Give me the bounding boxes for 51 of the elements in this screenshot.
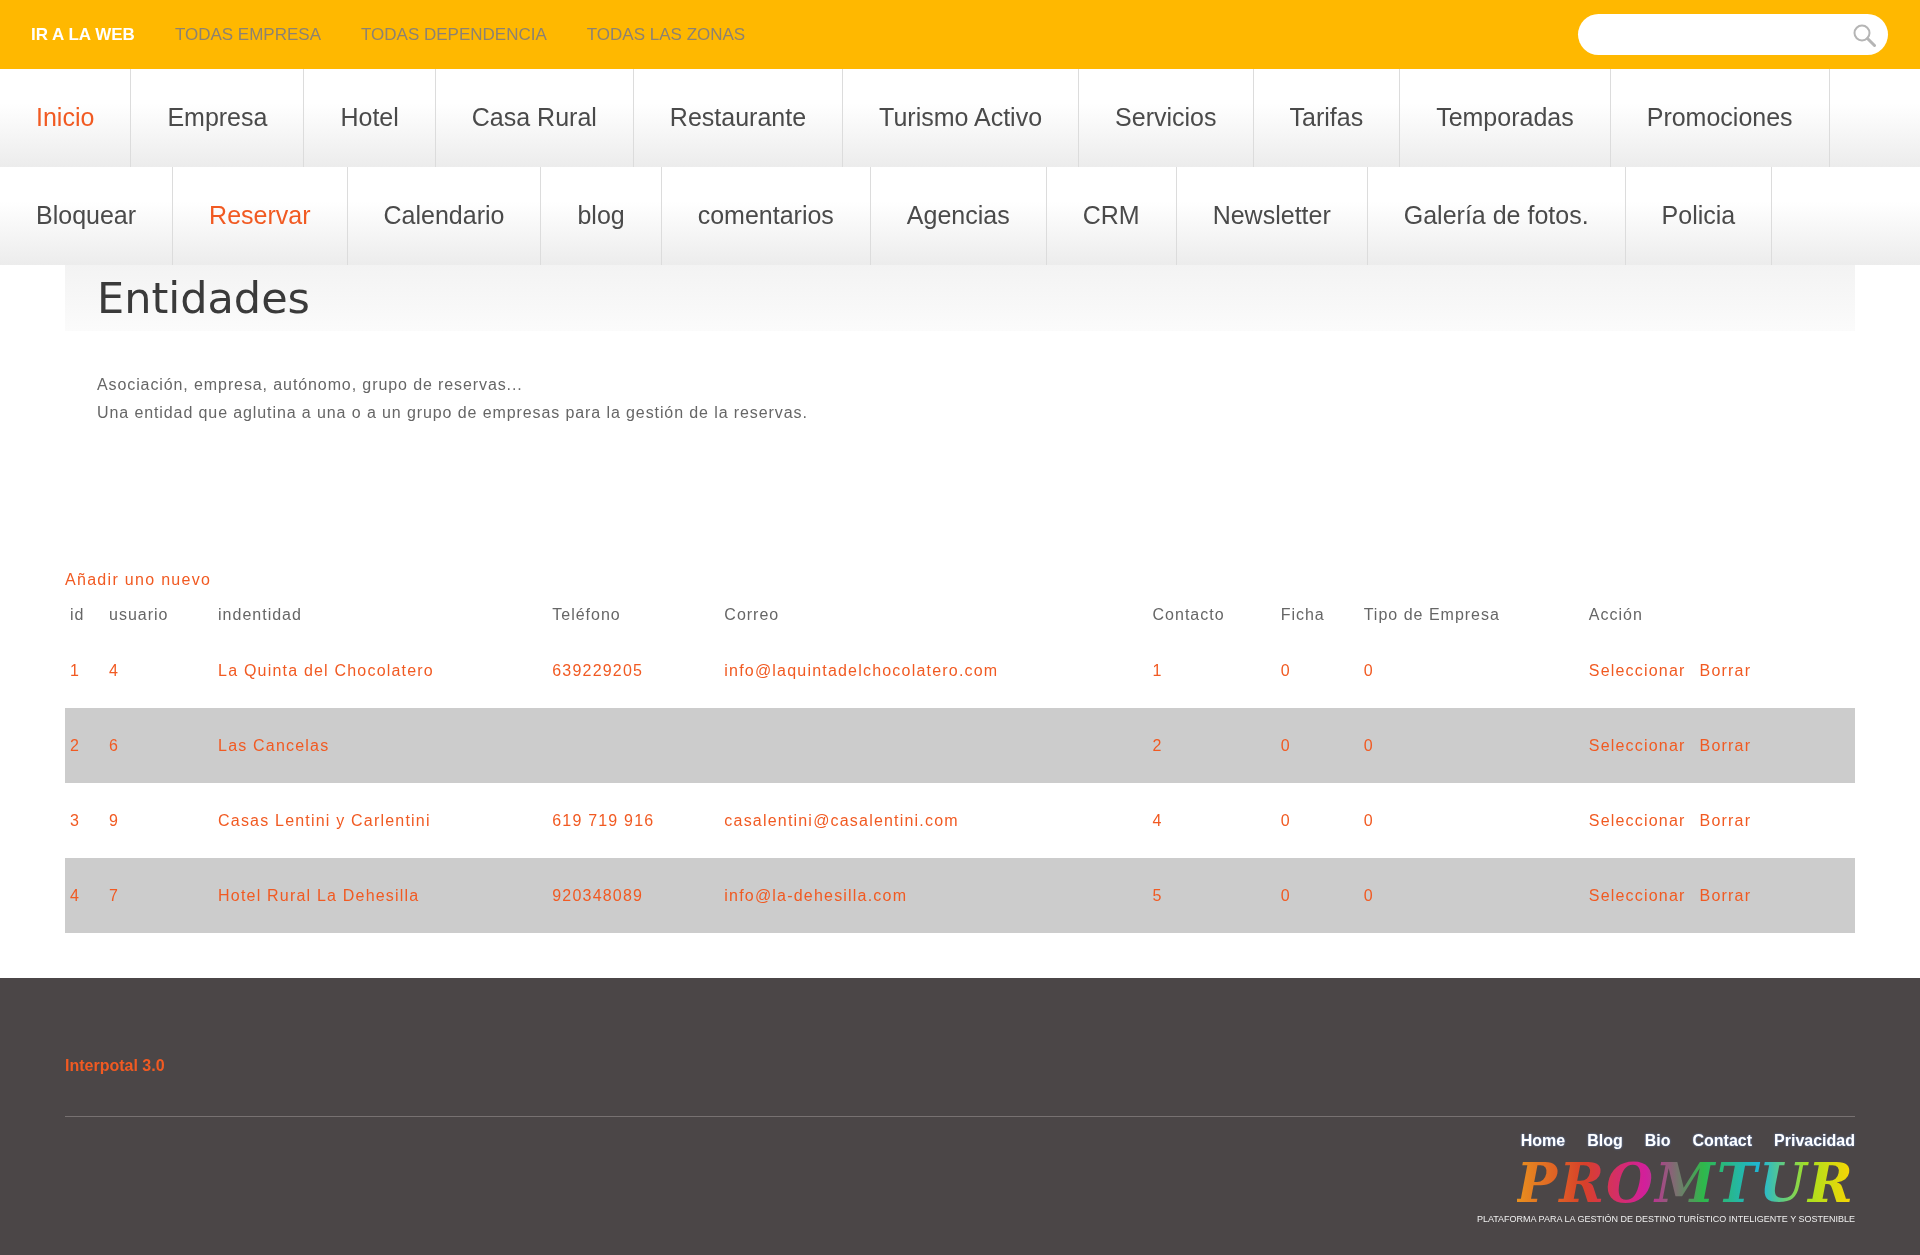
table-cell: 1 bbox=[70, 661, 81, 679]
table-cell: 639229205 bbox=[552, 661, 644, 679]
column-header: Correo bbox=[724, 605, 780, 623]
column-header: Contacto bbox=[1152, 605, 1225, 623]
table-cell: 9 bbox=[109, 811, 120, 829]
table-cell: Casas Lentini y Carlentini bbox=[218, 811, 431, 829]
table-cell: 6 bbox=[109, 736, 120, 754]
page-title: Entidades bbox=[97, 273, 311, 323]
column-header: Teléfono bbox=[552, 605, 621, 623]
column-header: Tipo de Empresa bbox=[1363, 605, 1500, 623]
table-cell: 1 bbox=[1152, 661, 1163, 679]
table-cell: 5 bbox=[1152, 886, 1163, 904]
table-cell: Hotel Rural La Dehesilla bbox=[218, 886, 420, 904]
table-cell: 3 bbox=[70, 811, 81, 829]
footer-link[interactable]: Bio bbox=[1644, 1131, 1671, 1151]
table-cell: 4 bbox=[1152, 811, 1163, 829]
table-cell: 0 bbox=[1363, 661, 1374, 679]
table-cell: 0 bbox=[1363, 736, 1374, 754]
table-cell: 2 bbox=[70, 736, 81, 754]
column-header: indentidad bbox=[218, 605, 302, 623]
column-header: usuario bbox=[109, 605, 169, 623]
table-cell: 7 bbox=[109, 886, 120, 904]
table-cell: 0 bbox=[1280, 736, 1291, 754]
description-text: Una entidad que aglutina a una o a un grupo de empresas para la gestión de la reservas. bbox=[97, 403, 809, 423]
logo-tagline: PLATAFORMA PARA LA GESTIÓN DE DESTINO TURÍSTICO INTELIGENTE Y SOSTENIBLE bbox=[1476, 1213, 1855, 1226]
table-cell: 0 bbox=[1363, 886, 1374, 904]
table-cell: 920348089 bbox=[552, 886, 644, 904]
search-field[interactable] bbox=[1578, 14, 1888, 55]
table-cell: 2 bbox=[1152, 736, 1163, 754]
table-cell: 0 bbox=[1363, 811, 1374, 829]
table-cell: 0 bbox=[1280, 886, 1291, 904]
table-cell: info@laquintadelchocolatero.com bbox=[724, 661, 999, 679]
table-cell: 619 719 916 bbox=[552, 811, 655, 829]
table-cell: 4 bbox=[70, 886, 81, 904]
search-icon[interactable] bbox=[1852, 22, 1876, 47]
table-cell: La Quinta del Chocolatero bbox=[218, 661, 434, 679]
footer-link[interactable]: Privacidad bbox=[1774, 1131, 1855, 1151]
column-header: id bbox=[70, 605, 85, 623]
column-header: Ficha bbox=[1280, 605, 1325, 623]
table-cell: casalentini@casalentini.com bbox=[724, 811, 959, 829]
footer-link[interactable]: Contact bbox=[1692, 1131, 1753, 1151]
column-header: Acción bbox=[1588, 605, 1643, 623]
table-cell: 4 bbox=[109, 661, 120, 679]
table-cell: 0 bbox=[1280, 661, 1291, 679]
table-cell: Las Cancelas bbox=[218, 736, 330, 754]
footer-link[interactable]: Home bbox=[1520, 1131, 1566, 1151]
table-cell: info@la-dehesilla.com bbox=[724, 886, 908, 904]
footer-title: Interpotal 3.0 bbox=[65, 1056, 166, 1076]
description-text: Asociación, empresa, autónomo, grupo de reservas... bbox=[97, 375, 524, 395]
table-cell: 0 bbox=[1280, 811, 1291, 829]
footer-link[interactable]: Blog bbox=[1587, 1131, 1623, 1151]
